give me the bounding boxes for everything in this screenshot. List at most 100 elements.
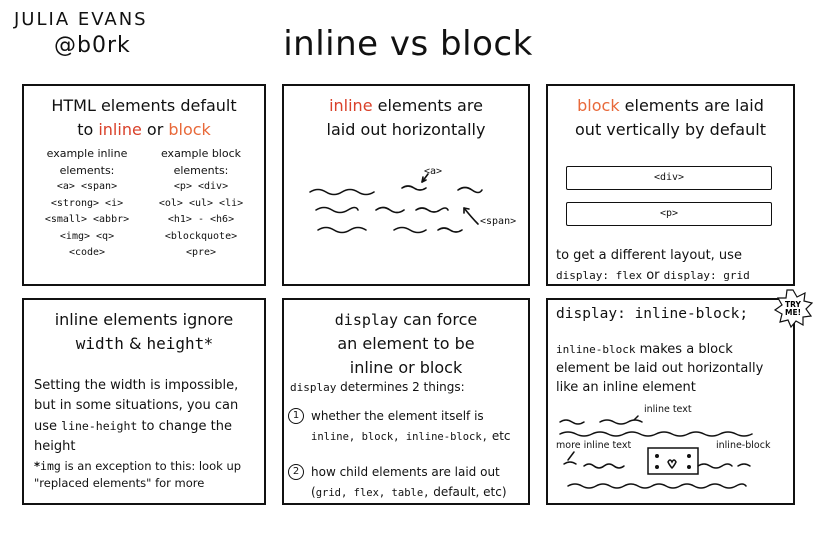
squiggle-line — [737, 463, 751, 467]
panel4-title-width: width — [75, 334, 124, 353]
squiggle-line — [375, 206, 405, 214]
point-two-text: how child elements are laid out (grid, f… — [311, 462, 507, 503]
panel5-title: display can force an element to be inlin… — [284, 308, 528, 380]
squiggle-line — [317, 226, 367, 234]
inline-example: <small> <abbr> — [44, 214, 130, 225]
squiggle-line — [393, 226, 427, 234]
squiggle-line — [697, 463, 733, 469]
div-block-box: <div> — [566, 166, 772, 190]
point-two: 2 how child elements are laid out (grid,… — [288, 462, 524, 503]
squiggle-line — [457, 186, 483, 194]
panel1-title-block: block — [168, 120, 211, 139]
panel5-subtitle: display determines 2 things: — [290, 380, 465, 394]
number-circle: 2 — [288, 464, 304, 480]
panel4-title-height: height — [146, 334, 205, 353]
panel5-title-line2: an element to be — [337, 334, 475, 353]
inline-example: <a> <span> — [56, 181, 118, 192]
display-grid-code: display: grid — [663, 269, 750, 282]
try-me-line2: ME! — [785, 308, 801, 317]
panel1-title-or: or — [141, 120, 169, 139]
layout-note-or: or — [642, 268, 664, 283]
squiggle-line — [315, 206, 359, 214]
panel-inline-horizontal: inline elements are laid out horizontall… — [282, 84, 530, 286]
panel1-title-line1: HTML elements default — [51, 96, 237, 115]
block-example: <h1> - <h6> — [167, 214, 235, 225]
panel4-title-star: * — [204, 334, 213, 353]
squiggle-line — [563, 461, 577, 465]
label-inline-text: inline text — [644, 404, 692, 415]
panel6-heading: display: inline-block; — [556, 306, 749, 322]
squiggle-line — [309, 188, 375, 196]
try-me-badge-icon: TRY ME! — [773, 289, 813, 328]
img-code: img — [40, 459, 61, 473]
block-examples-header: example block elements: — [160, 147, 242, 177]
panel1-title-to: to — [77, 120, 99, 139]
heart-icon — [667, 459, 677, 470]
panel3-title: block elements are laid out vertically b… — [548, 94, 793, 142]
block-example: <blockquote> — [164, 230, 238, 242]
panel5-sub-code: display — [290, 381, 337, 394]
point-two-default: default, — [429, 485, 480, 499]
arrow-to-span — [463, 207, 479, 225]
block-example: <p> <div> — [173, 181, 229, 192]
inline-example: <code> — [68, 247, 106, 258]
number-circle: 1 — [288, 408, 304, 424]
point-one: 1 whether the element itself is inline, … — [288, 406, 524, 447]
panel5-title-code: display — [334, 311, 398, 329]
panel2-title: inline elements are laid out horizontall… — [284, 94, 528, 142]
p-block-box: <p> — [566, 202, 772, 226]
squiggle-line — [583, 463, 625, 469]
inline-example: <strong> <i> — [50, 197, 124, 209]
squiggle-line — [401, 185, 427, 191]
panel-default-elements: HTML elements default to inline or block… — [22, 84, 266, 286]
squiggle-line — [599, 419, 643, 425]
panel-inline-ignore-size: inline elements ignore width & height* S… — [22, 298, 266, 505]
panel3-title-line2: out vertically by default — [575, 120, 766, 139]
panel6-description: inline-block makes a block element be la… — [556, 340, 788, 397]
point-two-code: grid, flex, table, — [315, 487, 430, 499]
point-one-code: inline, block, inline-block, — [311, 431, 489, 443]
panel-block-vertical: block elements are laid out vertically b… — [546, 84, 795, 286]
point-two-close: etc) — [479, 485, 507, 499]
panel5-title-rest: can force — [398, 310, 478, 329]
block-example: <ol> <ul> <li> — [158, 197, 244, 209]
point-two-desc: how child elements are laid out — [311, 465, 500, 479]
line-height-code: line-height — [61, 419, 138, 433]
inline-examples-column: example inline elements: <a> <span> <str… — [30, 146, 144, 262]
squiggle-line — [567, 483, 747, 489]
panel5-sub-text: determines 2 things: — [336, 380, 465, 394]
footnote-text: is an exception to this: look up "replac… — [34, 459, 242, 490]
panel1-title: HTML elements default to inline or block — [24, 94, 264, 142]
panel4-body: Setting the width is impossible, but in … — [34, 376, 260, 457]
point-one-desc: whether the element itself is — [311, 409, 484, 423]
block-examples-column: example block elements: <p> <div> <ol> <… — [144, 146, 258, 262]
panel3-title-rest: elements are laid — [619, 96, 764, 115]
panel2-title-line2: laid out horizontally — [326, 120, 486, 139]
label-inline-block: inline-block — [716, 440, 771, 451]
panel4-footnote: *img is an exception to this: look up "r… — [34, 458, 260, 492]
panel1-title-inline: inline — [98, 120, 142, 139]
star-icon — [655, 465, 659, 469]
tag-a-label: <a> — [424, 166, 443, 177]
inline-block-illustration — [559, 415, 753, 489]
panel4-title-amp: & — [123, 334, 147, 353]
panel4-title: inline elements ignore width & height* — [24, 308, 264, 356]
squiggle-line — [415, 207, 449, 213]
star-icon — [687, 465, 691, 469]
star-icon — [687, 454, 691, 458]
star-icon — [655, 454, 659, 458]
panel-inline-block: display: inline-block; inline-block make… — [546, 298, 795, 505]
inline-block-code: inline-block — [556, 343, 636, 356]
squiggle-line — [559, 419, 585, 425]
point-one-etc: etc — [488, 429, 511, 443]
comic-title: inline vs block — [283, 24, 533, 64]
layout-note: to get a different layout, use display: … — [556, 246, 788, 286]
arrow — [567, 451, 575, 461]
panel-display-force: display can force an element to be inlin… — [282, 298, 530, 505]
panel3-title-block: block — [577, 96, 620, 115]
block-example: <pre> — [185, 247, 217, 258]
point-one-text: whether the element itself is inline, bl… — [311, 406, 511, 447]
panel2-title-inline: inline — [329, 96, 373, 115]
panel2-title-rest: elements are — [372, 96, 483, 115]
inline-examples-header: example inline elements: — [46, 147, 128, 177]
